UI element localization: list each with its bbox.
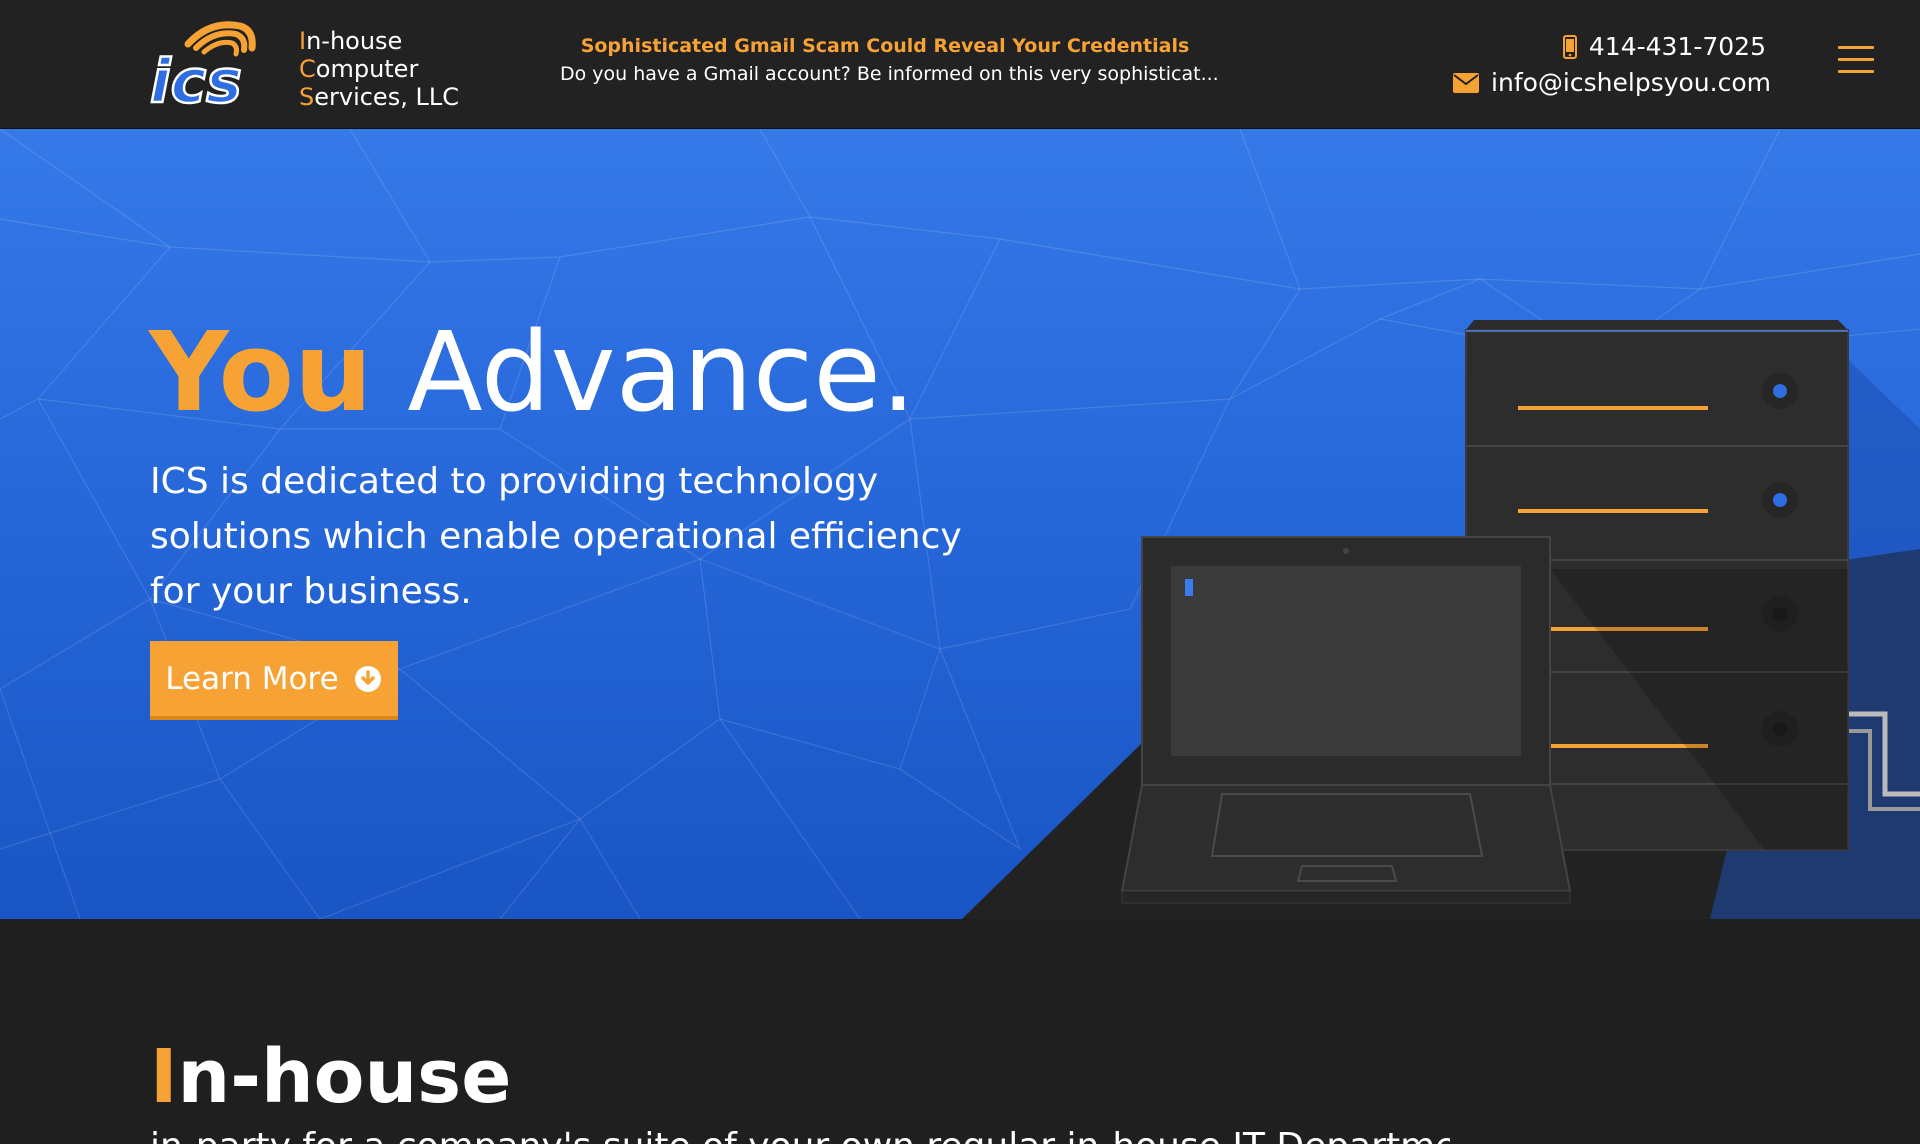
envelope-icon	[1453, 73, 1480, 93]
phone-link[interactable]: 414-431-7025	[1562, 31, 1766, 63]
site-header: ics In-house Computer Services, LLC Soph…	[0, 0, 1920, 129]
laptop	[1120, 536, 1572, 904]
email-link[interactable]: info@icshelpsyou.com	[1453, 67, 1771, 99]
company-line-2: Computer	[299, 55, 419, 83]
devices-illustration	[962, 320, 1920, 919]
section-text-clipped: in-party for a company's suite of your o…	[150, 1129, 1450, 1144]
mobile-phone-icon	[1562, 35, 1577, 59]
company-line-3: Services, LLC	[299, 83, 459, 111]
svg-text:ics: ics	[150, 47, 242, 110]
company-name: In-house Computer Services, LLC	[299, 27, 459, 111]
inhouse-section: In-house in-party for a company's suite …	[0, 919, 1920, 1144]
email-address: info@icshelpsyou.com	[1491, 68, 1771, 97]
hero-section: You Advance. ICS is dedicated to providi…	[0, 129, 1920, 919]
section-title: In-house	[150, 1034, 512, 1120]
news-ticker[interactable]: Sophisticated Gmail Scam Could Reveal Yo…	[560, 33, 1219, 87]
news-title[interactable]: Sophisticated Gmail Scam Could Reveal Yo…	[560, 33, 1210, 59]
phone-number: 414-431-7025	[1588, 32, 1766, 61]
ics-logo[interactable]: ics	[148, 14, 280, 110]
news-excerpt: Do you have a Gmail account? Be informed…	[560, 63, 1219, 85]
hamburger-menu-icon[interactable]	[1838, 46, 1874, 76]
company-line-1: In-house	[299, 27, 403, 55]
